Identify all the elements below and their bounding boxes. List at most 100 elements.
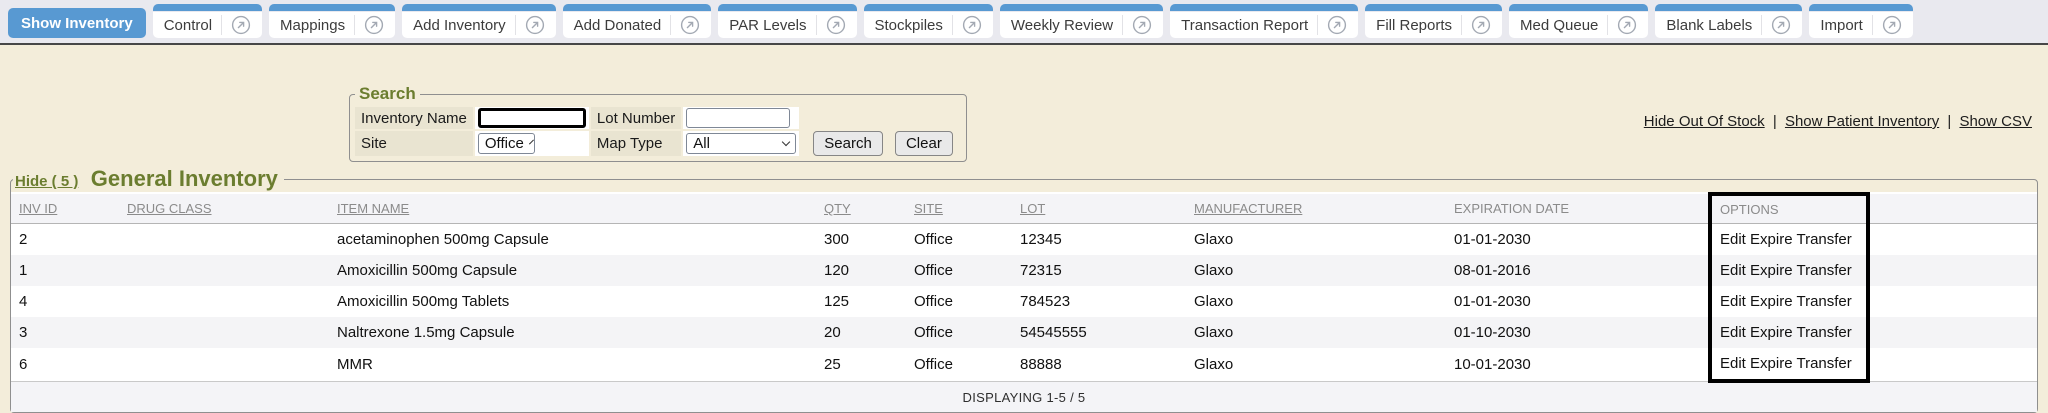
cell-drug-class [119, 348, 329, 381]
expire-link[interactable]: Expire [1750, 262, 1793, 279]
paging-status: DISPLAYING 1-5 / 5 [11, 381, 2037, 412]
external-link-icon[interactable] [364, 15, 384, 35]
tab-control[interactable]: Control [153, 4, 262, 38]
tab-label[interactable]: Mappings [280, 17, 345, 34]
tab-stockpiles[interactable]: Stockpiles [864, 4, 993, 38]
col-header-manufacturer[interactable]: MANUFACTURER [1186, 194, 1446, 224]
tab-blank-labels[interactable]: Blank Labels [1655, 4, 1802, 38]
tab-label[interactable]: Add Donated [574, 17, 662, 34]
external-link-icon[interactable] [1132, 15, 1152, 35]
transfer-link[interactable]: Transfer [1796, 231, 1851, 248]
map-type-label: Map Type [591, 131, 681, 156]
cell-expiration-date: 10-01-2030 [1446, 348, 1710, 381]
map-type-select[interactable]: All [686, 133, 796, 154]
tab-weekly-review[interactable]: Weekly Review [1000, 4, 1163, 38]
edit-link[interactable]: Edit [1720, 355, 1746, 372]
col-header-lot[interactable]: LOT [1012, 194, 1186, 224]
edit-link[interactable]: Edit [1720, 324, 1746, 341]
tab-label[interactable]: Blank Labels [1666, 17, 1752, 34]
hide-count-link[interactable]: Hide ( 5 ) [15, 173, 78, 190]
cell-qty: 20 [816, 317, 906, 348]
clear-button[interactable]: Clear [895, 131, 953, 156]
cell-qty: 25 [816, 348, 906, 381]
external-link-icon[interactable] [962, 15, 982, 35]
tab-top-accent [153, 4, 262, 11]
cell-manufacturer: Glaxo [1186, 224, 1446, 256]
tab-import[interactable]: Import [1809, 4, 1913, 38]
cell-drug-class [119, 317, 329, 348]
tab-mappings[interactable]: Mappings [269, 4, 395, 38]
cell-qty: 125 [816, 286, 906, 317]
site-select[interactable]: Office [478, 133, 535, 154]
tab-label[interactable]: Med Queue [1520, 17, 1598, 34]
tab-divider [354, 15, 355, 35]
external-link-icon[interactable] [1617, 15, 1637, 35]
tab-label[interactable]: PAR Levels [729, 17, 806, 34]
table-footer-row: DISPLAYING 1-5 / 5 [11, 381, 2037, 412]
edit-link[interactable]: Edit [1720, 262, 1746, 279]
cell-options: Edit Expire Transfer [1710, 224, 1868, 256]
external-link-icon[interactable] [1771, 15, 1791, 35]
tab-add-donated[interactable]: Add Donated [563, 4, 712, 38]
cell-qty: 300 [816, 224, 906, 256]
col-header-qty[interactable]: QTY [816, 194, 906, 224]
cell-manufacturer: Glaxo [1186, 286, 1446, 317]
table-row: 4 Amoxicillin 500mg Tablets 125 Office 7… [11, 286, 2037, 317]
col-header-item-name[interactable]: ITEM NAME [329, 194, 816, 224]
external-link-icon[interactable] [231, 15, 251, 35]
edit-link[interactable]: Edit [1720, 231, 1746, 248]
cell-site: Office [906, 286, 1012, 317]
general-inventory-panel: Hide ( 5 ) General Inventory INV ID DRUG… [10, 166, 2038, 413]
cell-site: Office [906, 224, 1012, 256]
col-header-drug-class[interactable]: DRUG CLASS [119, 194, 329, 224]
search-button[interactable]: Search [813, 131, 883, 156]
cell-spacer [1868, 317, 2037, 348]
tab-med-queue[interactable]: Med Queue [1509, 4, 1648, 38]
general-inventory-legend: Hide ( 5 ) General Inventory [13, 166, 284, 192]
tab-divider [1317, 15, 1318, 35]
transfer-link[interactable]: Transfer [1796, 324, 1851, 341]
tab-label[interactable]: Add Inventory [413, 17, 506, 34]
cell-inv-id: 1 [11, 255, 119, 286]
transfer-link[interactable]: Transfer [1796, 355, 1851, 372]
external-link-icon[interactable] [525, 15, 545, 35]
tab-transaction-report[interactable]: Transaction Report [1170, 4, 1358, 38]
expire-link[interactable]: Expire [1750, 293, 1793, 310]
expire-link[interactable]: Expire [1750, 355, 1793, 372]
expire-link[interactable]: Expire [1750, 231, 1793, 248]
external-link-icon[interactable] [1882, 15, 1902, 35]
tab-label[interactable]: Transaction Report [1181, 17, 1308, 34]
col-header-inv-id[interactable]: INV ID [11, 194, 119, 224]
external-link-icon[interactable] [826, 15, 846, 35]
show-patient-inventory-link[interactable]: Show Patient Inventory [1785, 113, 1939, 130]
lot-number-input[interactable] [686, 108, 790, 128]
expire-link[interactable]: Expire [1750, 324, 1793, 341]
tab-label[interactable]: Weekly Review [1011, 17, 1113, 34]
tab-divider [221, 15, 222, 35]
cell-inv-id: 2 [11, 224, 119, 256]
edit-link[interactable]: Edit [1720, 293, 1746, 310]
tab-par-levels[interactable]: PAR Levels [718, 4, 856, 38]
tab-fill-reports[interactable]: Fill Reports [1365, 4, 1502, 38]
show-csv-link[interactable]: Show CSV [1959, 113, 2032, 130]
lot-number-label: Lot Number [591, 107, 681, 129]
inventory-name-input[interactable] [478, 108, 586, 128]
tab-label[interactable]: Control [164, 17, 212, 34]
col-header-spacer [1868, 194, 2037, 224]
col-header-site[interactable]: SITE [906, 194, 1012, 224]
tab-label[interactable]: Fill Reports [1376, 17, 1452, 34]
tab-add-inventory[interactable]: Add Inventory [402, 4, 556, 38]
cell-lot: 88888 [1012, 348, 1186, 381]
external-link-icon[interactable] [1327, 15, 1347, 35]
transfer-link[interactable]: Transfer [1796, 293, 1851, 310]
transfer-link[interactable]: Transfer [1796, 262, 1851, 279]
tab-show-inventory[interactable]: Show Inventory [8, 8, 146, 38]
hide-out-of-stock-link[interactable]: Hide Out Of Stock [1644, 113, 1765, 130]
tab-label[interactable]: Import [1820, 17, 1863, 34]
cell-expiration-date: 01-01-2030 [1446, 286, 1710, 317]
tab-divider [670, 15, 671, 35]
link-separator: | [1769, 113, 1781, 130]
tab-label[interactable]: Stockpiles [875, 17, 943, 34]
external-link-icon[interactable] [680, 15, 700, 35]
external-link-icon[interactable] [1471, 15, 1491, 35]
